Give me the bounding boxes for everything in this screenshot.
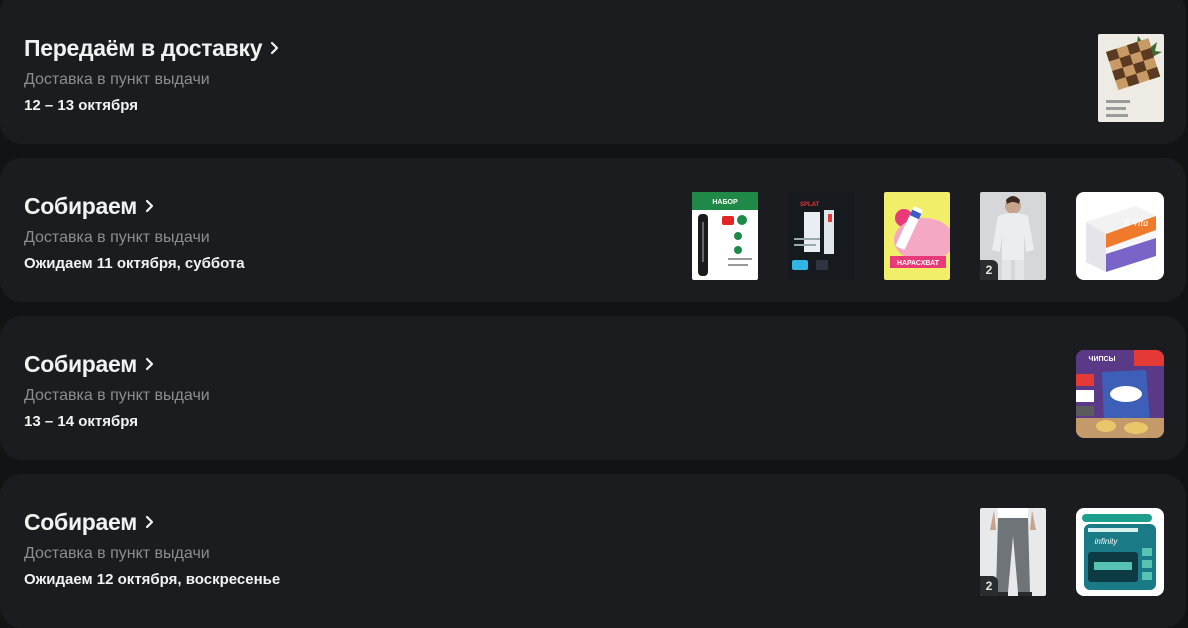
chevron-right-icon — [145, 357, 155, 371]
order-info: Передаём в доставку Доставка в пункт выд… — [24, 34, 280, 116]
delivery-type: Доставка в пункт выдачи — [24, 229, 210, 246]
order-status: Собираем — [24, 193, 137, 219]
product-thumbnails: ЧИПСЫ — [1076, 350, 1164, 438]
order-status-link[interactable]: Передаём в доставку — [24, 34, 280, 62]
trousers-product[interactable]: 2 — [980, 508, 1046, 596]
product-label: SPLAT — [800, 202, 820, 208]
product-label: infinity — [1095, 537, 1119, 546]
order-status: Собираем — [24, 351, 137, 377]
item-count-badge: 2 — [980, 576, 998, 596]
delivery-date: Ожидаем 12 октября, воскресенье — [24, 571, 281, 588]
razor-cassettes-product[interactable]: infinity — [1076, 508, 1164, 596]
product-label: ЧИПСЫ — [1089, 356, 1116, 363]
order-status: Передаём в доставку — [24, 35, 263, 61]
delivery-date: Ожидаем 11 октября, суббота — [24, 255, 245, 272]
chips-product[interactable]: ЧИПСЫ — [1076, 350, 1164, 438]
delivery-date: 13 – 14 октября — [24, 413, 138, 430]
order-info: Собираем Доставка в пункт выдачи Ожидаем… — [24, 192, 245, 274]
order-info: Собираем Доставка в пункт выдачи 13 – 14… — [24, 350, 210, 432]
order-card[interactable]: Собираем Доставка в пункт выдачи Ожидаем… — [0, 158, 1186, 302]
product-thumbnails: 2 infinity — [980, 508, 1164, 596]
chevron-right-icon — [270, 41, 280, 55]
product-label: НАБОР — [712, 199, 738, 206]
splat-toothpaste-product[interactable]: SPLAT — [788, 192, 854, 280]
cream-tube-product[interactable]: НАРАСХВАТ — [884, 192, 950, 280]
delivery-type: Доставка в пункт выдачи — [24, 387, 210, 404]
order-info: Собираем Доставка в пункт выдачи Ожидаем… — [24, 508, 280, 590]
product-label: E Vita — [1123, 218, 1149, 229]
chess-set-product[interactable] — [1098, 34, 1164, 122]
order-card[interactable]: Собираем Доставка в пункт выдачи Ожидаем… — [0, 474, 1186, 628]
order-status-link[interactable]: Собираем — [24, 192, 245, 220]
item-count-badge: 2 — [980, 260, 998, 280]
product-thumbnails — [1098, 34, 1164, 122]
nail-tool-set-product[interactable]: НАБОР — [692, 192, 758, 280]
order-status: Собираем — [24, 509, 137, 535]
order-status-link[interactable]: Собираем — [24, 508, 280, 536]
product-label: НАРАСХВАТ — [897, 260, 940, 267]
delivery-type: Доставка в пункт выдачи — [24, 71, 210, 88]
chevron-right-icon — [145, 515, 155, 529]
delivery-date: 12 – 13 октября — [24, 97, 138, 114]
delivery-type: Доставка в пункт выдачи — [24, 545, 210, 562]
order-card[interactable]: Передаём в доставку Доставка в пункт выд… — [0, 0, 1186, 144]
sweater-product[interactable]: 2 — [980, 192, 1046, 280]
cotton-pads-product[interactable]: E Vita — [1076, 192, 1164, 280]
order-status-link[interactable]: Собираем — [24, 350, 210, 378]
chevron-right-icon — [145, 199, 155, 213]
order-card[interactable]: Собираем Доставка в пункт выдачи 13 – 14… — [0, 316, 1186, 460]
product-thumbnails: НАБОР SPLAT НАРАСХВАТ 2 E Vita — [692, 192, 1164, 280]
